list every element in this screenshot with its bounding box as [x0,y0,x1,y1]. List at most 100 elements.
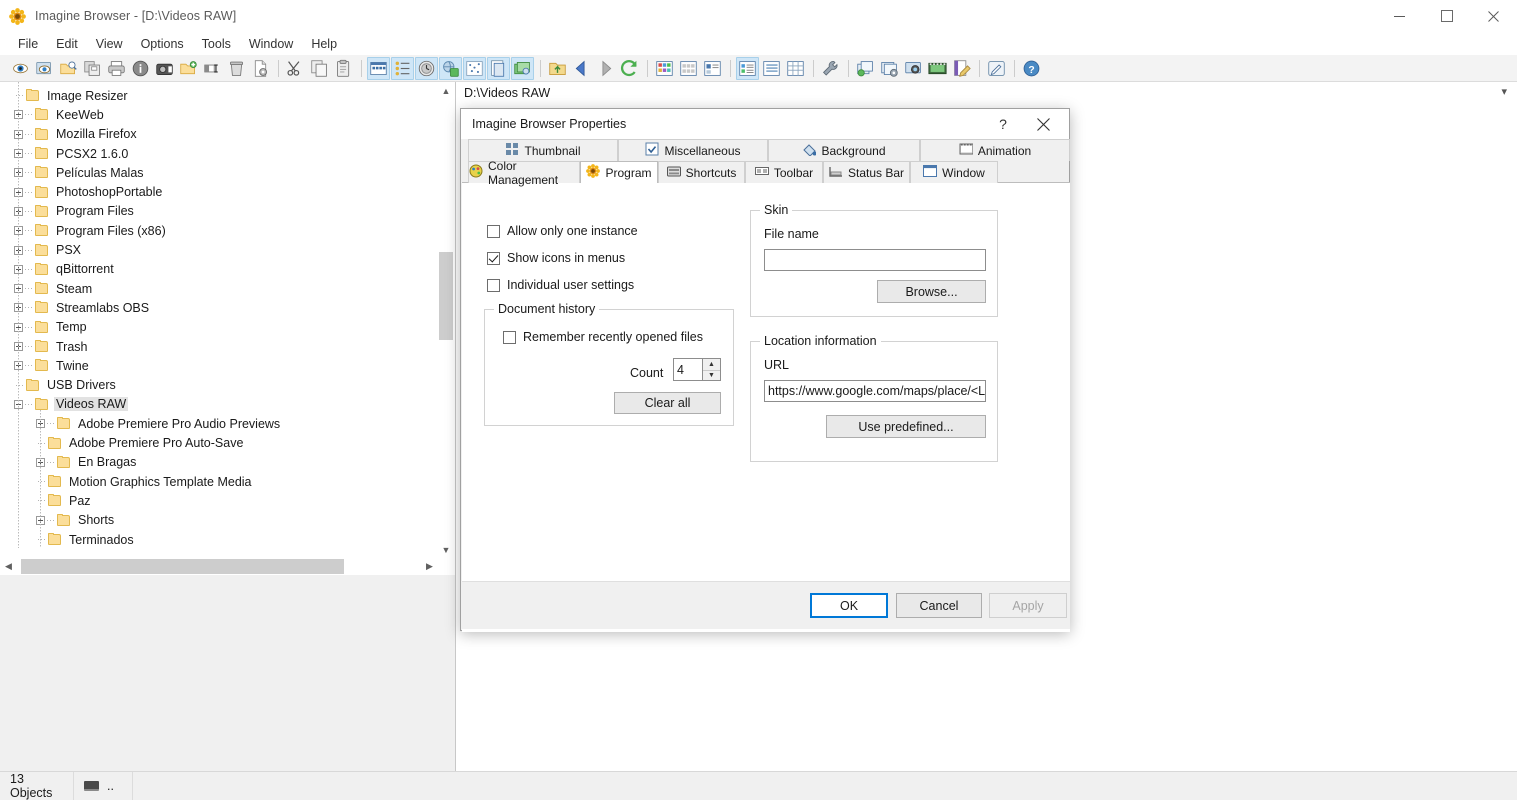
scroll-up-arrow[interactable]: ▲ [438,82,454,99]
menu-window[interactable]: Window [240,35,302,53]
show-icons-in-menus-checkbox[interactable]: Show icons in menus [487,251,625,265]
thumbnail-view-icon[interactable] [367,57,390,80]
forward-icon[interactable] [594,57,617,80]
tree-item[interactable]: ⋯Motion Graphics Template Media [36,472,254,491]
save-copy-icon[interactable] [81,57,104,80]
tree-item[interactable]: ⋯USB Drivers [14,376,118,395]
menu-file[interactable]: File [9,35,47,53]
menu-view[interactable]: View [87,35,132,53]
apply-button[interactable]: Apply [989,593,1067,618]
list-mode-icon[interactable] [701,57,724,80]
cut-icon[interactable] [284,57,307,80]
spinner-down-icon[interactable]: ▼ [703,371,720,382]
tree-item[interactable]: ⋯Program Files [14,202,136,221]
close-icon[interactable] [1470,0,1517,32]
paste-icon[interactable] [332,57,355,80]
film-icon[interactable] [926,57,949,80]
spinner-up-icon[interactable]: ▲ [703,359,720,371]
new-folder-icon[interactable] [177,57,200,80]
tree-item[interactable]: ⋯Paz [36,491,93,510]
tab-background[interactable]: Background [768,139,920,161]
tree-item[interactable]: ⋯Steam [14,279,94,298]
tab-shortcuts[interactable]: Shortcuts [658,161,745,183]
process-icon[interactable] [878,57,901,80]
thumbnails-mode-icon[interactable] [653,57,676,80]
noise-icon[interactable] [463,57,486,80]
individual-user-settings-checkbox[interactable]: Individual user settings [487,278,634,292]
tree-item[interactable]: ⋯Shorts [36,511,116,530]
allow-one-instance-checkbox[interactable]: Allow only one instance [487,224,638,238]
refresh-icon[interactable] [618,57,641,80]
tree-item[interactable]: ⋯Adobe Premiere Pro Auto-Save [36,433,245,452]
tree-item[interactable]: ⋯Mozilla Firefox [14,125,139,144]
tab-animation[interactable]: Animation [920,139,1070,161]
page-icon[interactable] [487,57,510,80]
tab-program[interactable]: Program [580,161,658,183]
up-folder-icon[interactable] [546,57,569,80]
convert-icon[interactable] [854,57,877,80]
help-icon[interactable]: ? [1020,57,1043,80]
url-input[interactable]: https://www.google.com/maps/place/<LA [764,380,986,402]
print-icon[interactable] [105,57,128,80]
tiles-mode-icon[interactable] [677,57,700,80]
batch-icon[interactable] [511,57,534,80]
slideshow-timer-icon[interactable] [415,57,438,80]
tree-item[interactable]: ⋯Adobe Premiere Pro Audio Previews [36,414,282,433]
scroll-down-arrow[interactable]: ▼ [438,541,454,558]
help-button[interactable]: ? [989,109,1017,139]
tree-item[interactable]: ⋯qBittorrent [14,260,116,279]
color-manage-icon[interactable] [439,57,462,80]
tab-color-management[interactable]: Color Management [468,161,580,183]
tree-item[interactable]: ⋯Temp [14,318,89,337]
menu-tools[interactable]: Tools [193,35,240,53]
tree-item[interactable]: ⋯Twine [14,356,91,375]
checkbox-box[interactable] [503,331,516,344]
table-mode-icon[interactable] [784,57,807,80]
tree-item[interactable]: ⋯PCSX2 1.6.0 [14,144,130,163]
remember-recent-files-checkbox[interactable]: Remember recently opened files [503,330,703,344]
checkbox-box[interactable] [487,279,500,292]
close-icon[interactable] [1023,109,1063,139]
tree-item[interactable]: ⋯KeeWeb [14,105,106,124]
details-mode-icon[interactable] [736,57,759,80]
count-spinner[interactable]: ▲ ▼ [703,358,721,381]
menu-edit[interactable]: Edit [47,35,87,53]
menu-help[interactable]: Help [302,35,346,53]
edit-note-icon[interactable] [950,57,973,80]
tab-window[interactable]: Window [910,161,998,183]
count-input[interactable]: 4 [673,358,703,381]
use-predefined-button[interactable]: Use predefined... [826,415,986,438]
minimize-icon[interactable] [1376,0,1423,32]
small-icons-mode-icon[interactable] [760,57,783,80]
view-icon[interactable] [9,57,32,80]
checkbox-box[interactable] [487,252,500,265]
menu-options[interactable]: Options [132,35,193,53]
file-properties-icon[interactable] [249,57,272,80]
camera-info-icon[interactable] [153,57,176,80]
address-bar[interactable]: D:\Videos RAW ▾ [457,82,1517,105]
tree-vertical-scrollbar[interactable]: ▲ ▼ [438,82,454,558]
checkbox-box[interactable] [487,225,500,238]
tree-item[interactable]: ⋯Películas Malas [14,163,146,182]
tree-item[interactable]: ⋯Trash [14,337,90,356]
capture-icon[interactable] [902,57,925,80]
tree-item[interactable]: ⋯PSX [14,240,83,259]
settings-wrench-icon[interactable] [819,57,842,80]
horizontal-scroll-thumb[interactable] [21,559,344,574]
sort-icon[interactable] [391,57,414,80]
tree-item[interactable]: ⋯Image Resizer [14,86,130,105]
draw-icon[interactable] [985,57,1008,80]
clear-all-button[interactable]: Clear all [614,392,721,414]
delete-icon[interactable] [225,57,248,80]
vertical-scroll-thumb[interactable] [439,252,453,340]
tree-item[interactable]: ⋯Program Files (x86) [14,221,168,240]
back-icon[interactable] [570,57,593,80]
view-shadow-icon[interactable] [33,57,56,80]
browse-button[interactable]: Browse... [877,280,986,303]
rename-icon[interactable] [201,57,224,80]
cancel-button[interactable]: Cancel [896,593,982,618]
skin-file-name-input[interactable] [764,249,986,271]
folder-tree[interactable]: ⋯Image Resizer⋯KeeWeb⋯Mozilla Firefox⋯PC… [0,82,426,548]
tree-item[interactable]: ⋯Terminados [36,530,136,548]
scroll-right-arrow[interactable]: ▶ [421,558,438,575]
